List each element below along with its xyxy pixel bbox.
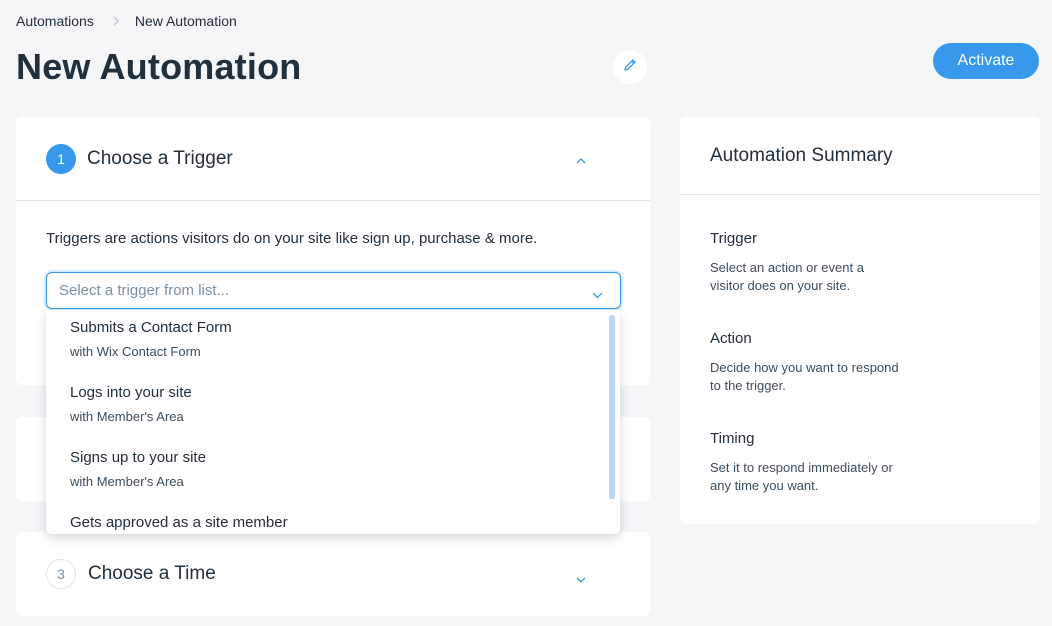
summary-heading: Action (710, 330, 752, 347)
summary-header: Automation Summary (680, 117, 1040, 195)
scrollbar-thumb[interactable] (609, 315, 615, 499)
option-subtitle: with Wix Contact Form (70, 344, 201, 359)
trigger-select-placeholder: Select a trigger from list... (59, 282, 230, 299)
option-title: Signs up to your site (70, 449, 206, 466)
chevron-down-icon (592, 286, 603, 304)
activate-button[interactable]: Activate (933, 43, 1039, 79)
edit-title-button[interactable] (613, 50, 647, 84)
chevron-up-icon[interactable] (576, 151, 586, 169)
trigger-description: Triggers are actions visitors do on your… (46, 230, 538, 247)
trigger-card-header[interactable]: 1 Choose a Trigger (16, 117, 650, 201)
breadcrumb: Automations New Automation (16, 13, 237, 29)
summary-heading: Timing (710, 430, 755, 447)
option-subtitle: with Member's Area (70, 409, 184, 424)
trigger-select[interactable]: Select a trigger from list... (46, 272, 621, 309)
step-number-badge: 1 (46, 143, 76, 174)
option-subtitle: with Member's Area (70, 474, 184, 489)
option-title: Logs into your site (70, 384, 192, 401)
dropdown-option[interactable]: Signs up to your site with Member's Area (70, 449, 206, 489)
page-title: New Automation (16, 46, 302, 87)
option-title: Gets approved as a site member (70, 514, 288, 531)
summary-text: Decide how you want to respond to the tr… (710, 360, 899, 393)
summary-text: Set it to respond immediately or any tim… (710, 460, 893, 493)
breadcrumb-automations-link[interactable]: Automations (16, 13, 94, 29)
summary-title: Automation Summary (710, 144, 893, 166)
automation-summary-panel: Automation Summary Trigger Select an act… (680, 117, 1040, 524)
dropdown-option[interactable]: Gets approved as a site member (70, 514, 288, 531)
pencil-icon (622, 57, 638, 78)
summary-trigger: Trigger Select an action or event a visi… (710, 230, 900, 295)
breadcrumb-current: New Automation (134, 13, 237, 29)
dropdown-scrollbar[interactable] (609, 315, 615, 499)
summary-text: Select an action or event a visitor does… (710, 260, 864, 293)
summary-heading: Trigger (710, 230, 757, 247)
time-card-header[interactable]: 3 Choose a Time (16, 532, 650, 616)
trigger-dropdown-list: Submits a Contact Form with Wix Contact … (46, 310, 620, 534)
summary-action: Action Decide how you want to respond to… (710, 330, 900, 395)
summary-timing: Timing Set it to respond immediately or … (710, 430, 900, 495)
step-title: Choose a Time (88, 563, 216, 584)
dropdown-option[interactable]: Submits a Contact Form with Wix Contact … (70, 319, 232, 359)
option-title: Submits a Contact Form (70, 319, 232, 336)
chevron-down-icon[interactable] (576, 570, 586, 588)
step-number-badge: 3 (46, 559, 76, 589)
step-title: Choose a Trigger (87, 147, 233, 169)
chevron-right-icon (113, 16, 119, 26)
dropdown-option[interactable]: Logs into your site with Member's Area (70, 384, 192, 424)
time-card: 3 Choose a Time (16, 532, 650, 616)
